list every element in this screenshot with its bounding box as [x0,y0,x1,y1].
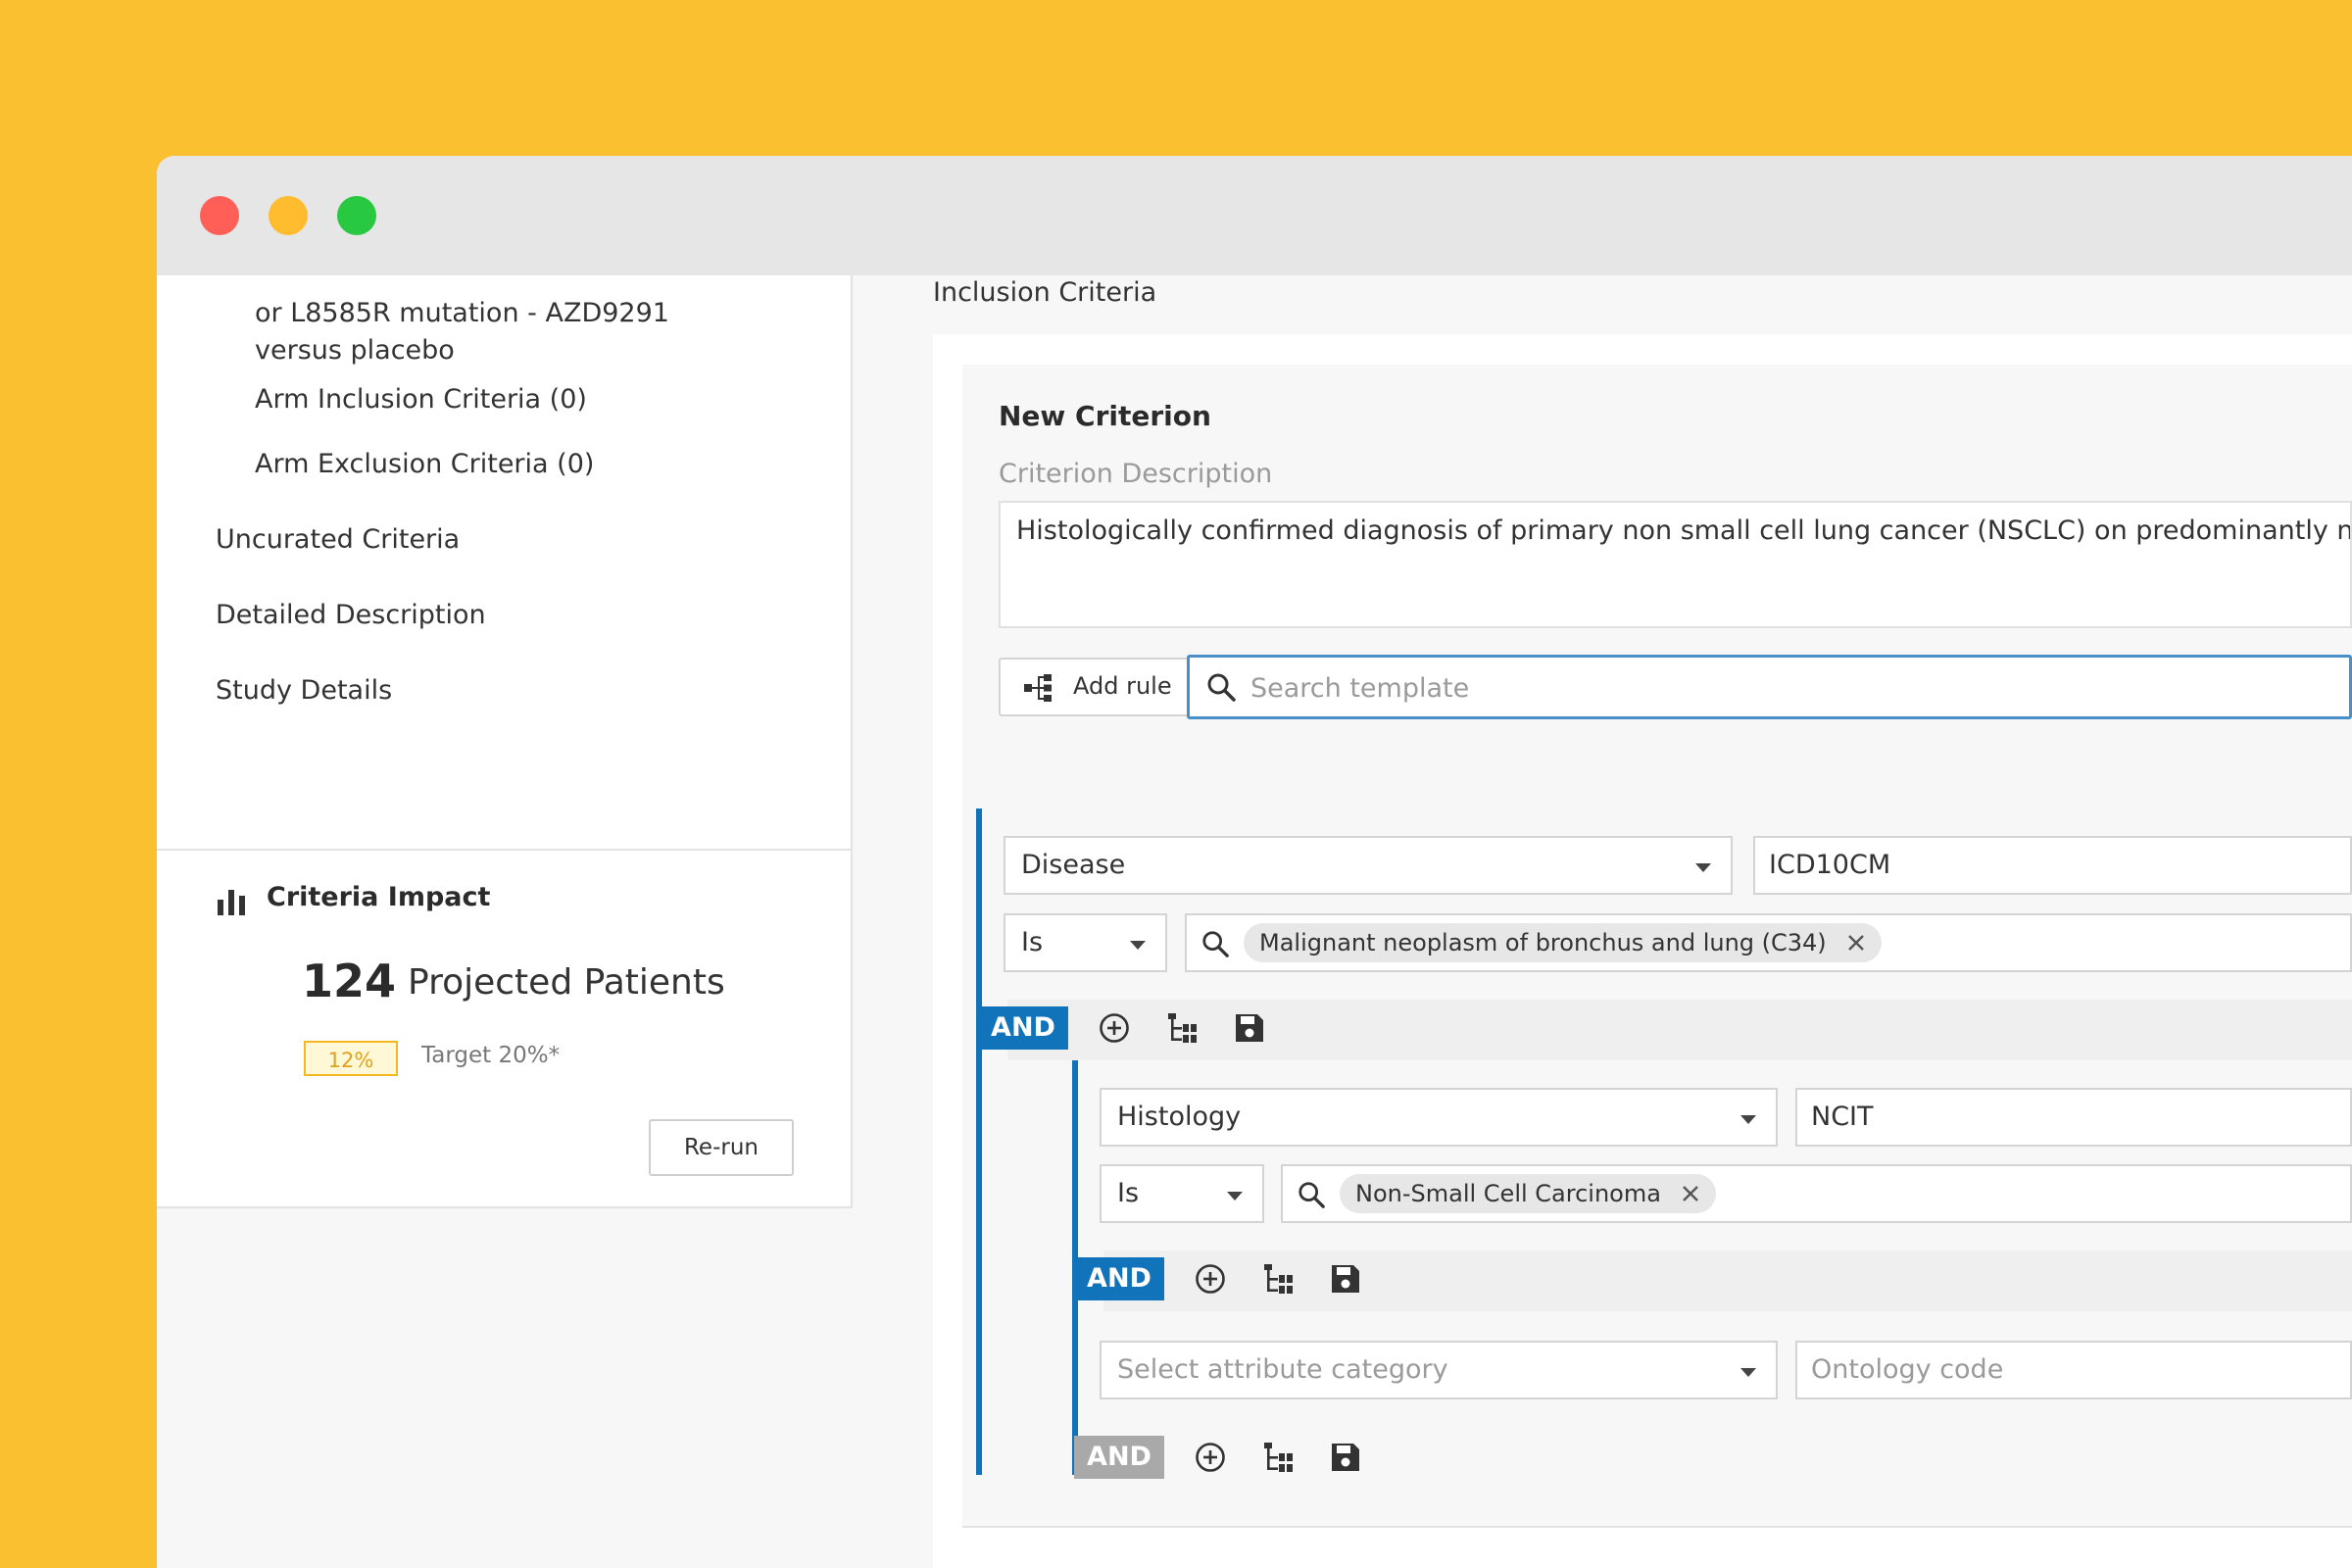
operator-select[interactable]: Is [1004,913,1167,972]
criterion-description-label: Criterion Description [999,459,1273,489]
title-bar [157,156,2352,275]
value-chip: Non-Small Cell Carcinoma [1340,1174,1716,1213]
search-icon [1207,673,1236,702]
ontology-code-value: NCIT [1811,1102,1874,1132]
value-tag-field[interactable]: Non-Small Cell Carcinoma [1281,1164,2352,1223]
arm-title[interactable]: or L8585R mutation - AZD9291 versus plac… [255,295,669,369]
search-icon [1202,931,1229,957]
add-rule-label: Add rule [1073,672,1172,700]
add-circle-icon[interactable] [1194,1262,1227,1296]
value-chip-label: Non-Small Cell Carcinoma [1355,1180,1661,1207]
search-template-box[interactable] [1187,655,2352,719]
attribute-category-select[interactable]: Histology [1100,1088,1778,1147]
and-connector-button[interactable]: AND [1074,1436,1164,1479]
maximize-window-button[interactable] [337,196,376,235]
sidebar-item-detailed-description[interactable]: Detailed Description [216,597,486,634]
attribute-category-select[interactable]: Disease [1004,836,1733,895]
operator-value: Is [1117,1178,1140,1208]
criterion-description-text: Histologically confirmed diagnosis of pr… [1016,515,2352,546]
value-tag-field[interactable]: Malignant neoplasm of bronchus and lung … [1185,913,2352,972]
operator-strip [1007,1000,2352,1060]
projected-patients-count: 124 [302,955,397,1007]
attribute-category-placeholder: Select attribute category [1117,1354,1448,1385]
close-icon[interactable] [1681,1184,1700,1203]
arm-title-line1: or L8585R mutation - AZD9291 [255,298,669,328]
ontology-code-value: ICD10CM [1769,850,1891,880]
rule-group-bar-outer [976,808,982,1475]
sidebar-nav: or L8585R mutation - AZD9291 versus plac… [157,275,853,851]
bar-chart-icon [218,890,245,915]
close-icon[interactable] [1846,933,1866,953]
operator-select[interactable]: Is [1100,1164,1264,1223]
value-chip: Malignant neoplasm of bronchus and lung … [1244,923,1882,962]
sidebar-item-uncurated[interactable]: Uncurated Criteria [216,521,460,559]
new-criterion-title: New Criterion [999,400,1211,432]
arm-title-line2: versus placebo [255,335,455,366]
sidebar-item-arm-exclusion[interactable]: Arm Exclusion Criteria (0) [255,446,594,483]
criteria-impact-title: Criteria Impact [267,882,491,912]
percentage-badge: 12% [304,1041,398,1076]
save-icon[interactable] [1233,1011,1266,1045]
chevron-down-icon [1740,1368,1756,1377]
chevron-down-icon [1227,1192,1243,1200]
attribute-category-value: Disease [1021,850,1126,880]
section-title: Inclusion Criteria [933,277,1157,308]
attribute-category-select[interactable]: Select attribute category [1100,1341,1778,1399]
subtree-icon[interactable] [1262,1262,1296,1296]
search-icon [1298,1182,1325,1208]
sidebar-item-study-details[interactable]: Study Details [216,672,392,710]
chevron-down-icon [1130,941,1146,950]
subtree-icon[interactable] [1262,1441,1296,1474]
add-circle-icon[interactable] [1194,1441,1227,1474]
and-connector-button[interactable]: AND [978,1006,1068,1050]
sidebar-item-arm-inclusion[interactable]: Arm Inclusion Criteria (0) [255,381,587,418]
projected-patients-label: Projected Patients [408,962,725,1003]
minimize-window-button[interactable] [269,196,308,235]
criteria-impact-panel: Criteria Impact 124 Projected Patients 1… [157,851,853,1208]
hierarchy-icon [1024,674,1052,702]
ontology-code-field[interactable]: NCIT [1795,1088,2352,1147]
search-template-input[interactable] [1249,667,2330,709]
value-chip-label: Malignant neoplasm of bronchus and lung … [1259,929,1827,956]
save-icon[interactable] [1329,1441,1362,1474]
target-text: Target 20%* [421,1043,561,1068]
operator-value: Is [1021,927,1044,957]
chevron-down-icon [1740,1115,1756,1124]
rerun-button[interactable]: Re-run [649,1119,794,1176]
add-circle-icon[interactable] [1098,1011,1131,1045]
ontology-code-field[interactable]: ICD10CM [1753,836,2352,895]
close-window-button[interactable] [200,196,239,235]
save-icon[interactable] [1329,1262,1362,1296]
add-rule-button[interactable]: Add rule [999,658,1191,716]
criterion-description-field[interactable]: Histologically confirmed diagnosis of pr… [999,501,2352,628]
chevron-down-icon [1695,863,1711,872]
ontology-code-field[interactable]: Ontology code [1795,1341,2352,1399]
and-connector-button[interactable]: AND [1074,1257,1164,1300]
attribute-category-value: Histology [1117,1102,1242,1132]
subtree-icon[interactable] [1166,1011,1200,1045]
ontology-code-placeholder: Ontology code [1811,1354,2004,1385]
